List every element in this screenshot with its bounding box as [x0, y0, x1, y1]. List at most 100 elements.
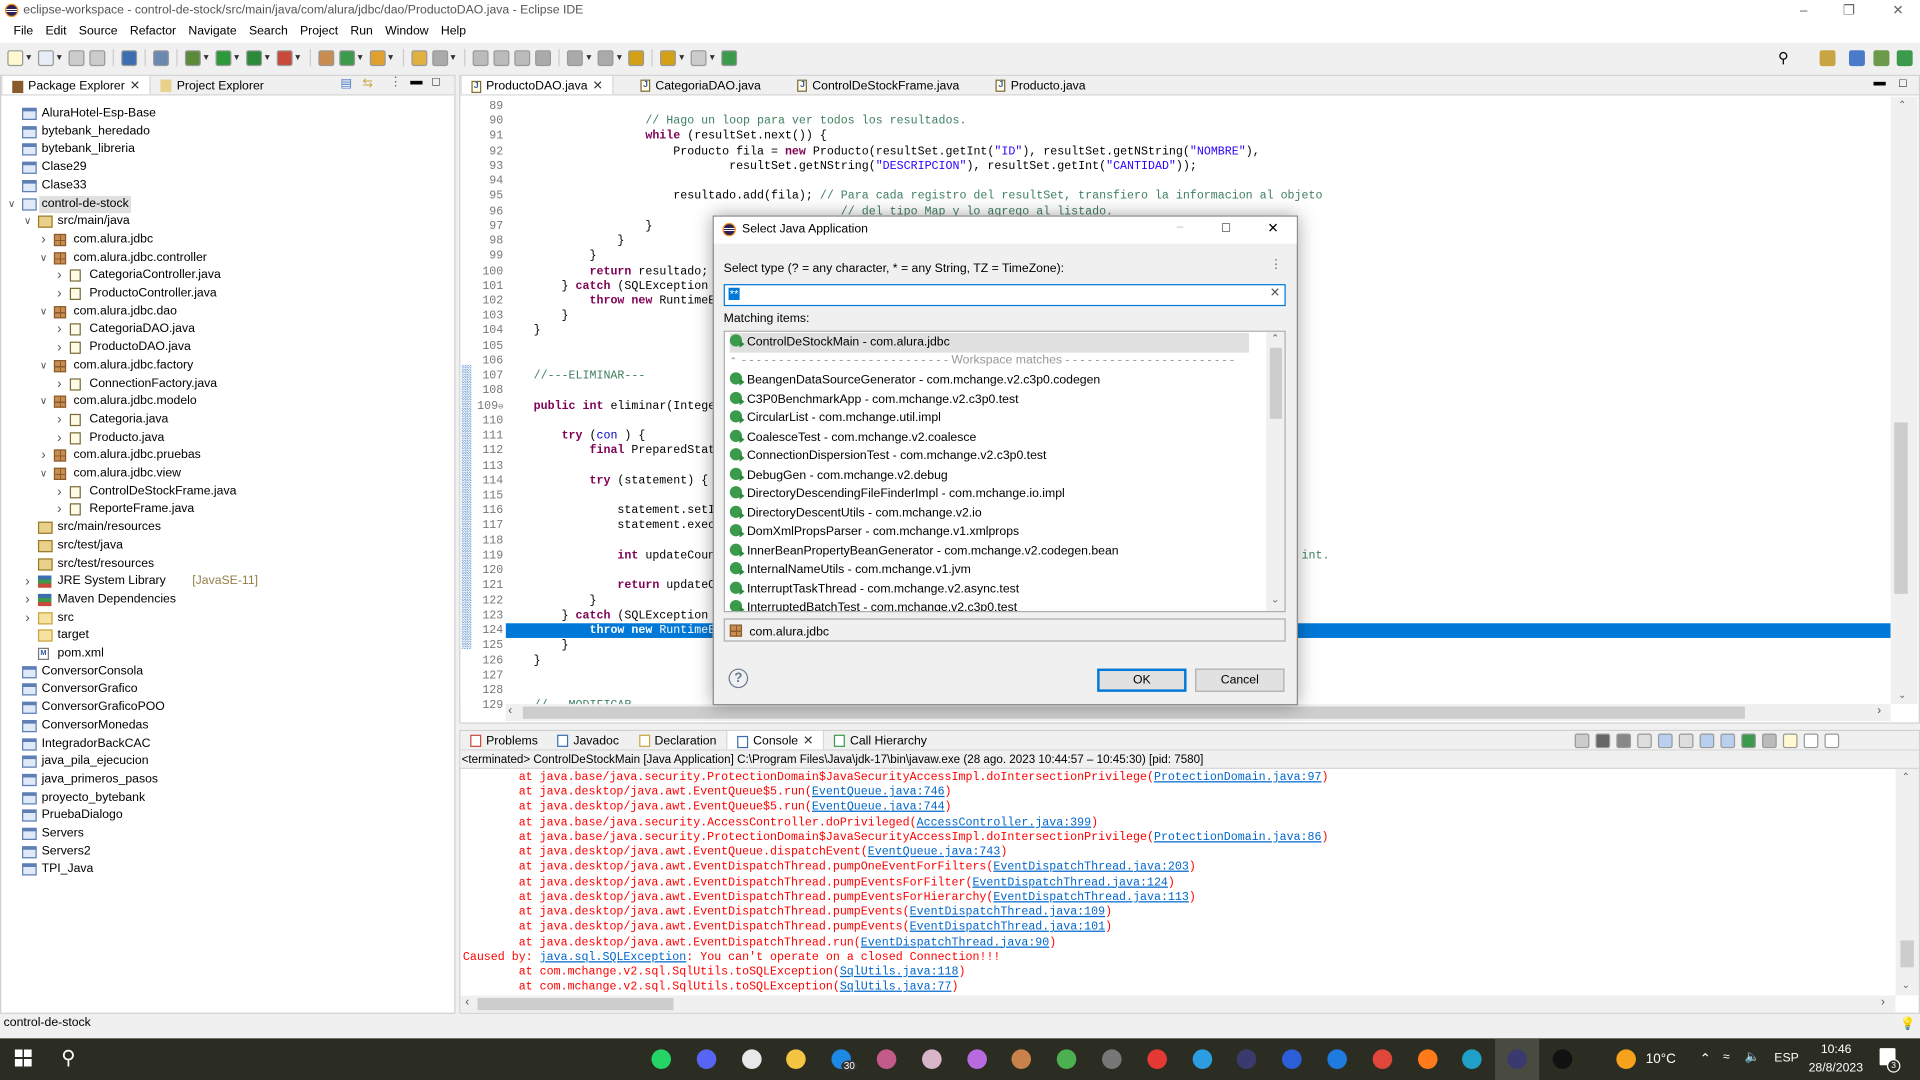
cmd-icon[interactable] — [1552, 1049, 1573, 1069]
chevron-right-icon[interactable]: › — [54, 429, 65, 446]
chevron-right-icon[interactable]: › — [54, 501, 65, 518]
tab-problems[interactable]: Problems — [460, 730, 547, 750]
tree-item[interactable]: TPI_Java — [1, 861, 454, 878]
tree-item[interactable]: ConversorGrafico — [1, 681, 454, 698]
dropdown-arrow-icon[interactable]: ▼ — [263, 53, 271, 62]
scroll-lock-icon[interactable] — [1657, 733, 1673, 749]
list-item[interactable]: CircularList - com.mchange.util.impl — [729, 409, 1249, 428]
dialog-maximize-button[interactable]: □ — [1222, 220, 1230, 235]
last-edit-icon[interactable] — [628, 49, 645, 66]
maximize-view-icon[interactable] — [1824, 733, 1840, 749]
fold-icon[interactable]: ⊖ — [498, 402, 503, 412]
list-item[interactable]: InterruptTaskThread - com.mchange.v2.asy… — [729, 580, 1249, 599]
chevron-right-icon[interactable]: › — [54, 285, 65, 302]
list-item[interactable]: DirectoryDescentUtils - com.mchange.v2.i… — [729, 504, 1249, 523]
console-link[interactable]: EventQueue.java:743 — [868, 845, 1001, 858]
app-krita-icon[interactable] — [966, 1049, 987, 1069]
dialog-close-button[interactable]: ✕ — [1267, 220, 1278, 237]
console-link[interactable]: ProtectionDomain.java:97 — [1154, 770, 1322, 783]
chevron-right-icon[interactable]: › — [38, 231, 49, 248]
tree-item[interactable]: java_pila_ejecucion — [1, 753, 454, 770]
open-console-icon[interactable] — [1782, 733, 1798, 749]
show-on-stdout-icon[interactable] — [1699, 733, 1715, 749]
display-console-icon[interactable] — [1762, 733, 1777, 749]
remove-all-terminated-icon[interactable] — [1616, 733, 1632, 749]
tab-producto-java[interactable]: J Producto.java — [986, 75, 1095, 95]
chevron-right-icon[interactable]: › — [22, 609, 33, 626]
ok-button[interactable]: OK — [1097, 668, 1187, 692]
show-whitespace-icon[interactable] — [514, 49, 531, 66]
tab-declaration[interactable]: Declaration — [629, 730, 726, 750]
terminate-icon[interactable] — [1574, 733, 1590, 749]
discord-icon[interactable] — [696, 1049, 717, 1069]
external-tools-icon[interactable] — [276, 49, 293, 66]
tree-item[interactable]: ∨ src/main/java — [1, 213, 454, 230]
vscode-icon[interactable] — [1192, 1049, 1212, 1069]
chevron-down-icon[interactable]: ∨ — [6, 195, 17, 212]
chevron-right-icon[interactable]: › — [54, 321, 65, 338]
debug-perspective-icon[interactable] — [1873, 50, 1890, 67]
chevron-right-icon[interactable]: › — [54, 339, 65, 356]
chevron-right-icon[interactable]: › — [54, 375, 65, 392]
toggle-mark-icon[interactable] — [431, 49, 448, 66]
chevron-right-icon[interactable]: › — [22, 573, 33, 590]
tree-item[interactable]: PruebaDialogo — [1, 807, 454, 824]
tree-item[interactable]: › ProductoController.java — [1, 285, 454, 302]
menu-search[interactable]: Search — [243, 22, 294, 43]
tree-item[interactable]: › ConnectionFactory.java — [1, 375, 454, 392]
weather-temp[interactable]: 10°C — [1646, 1052, 1676, 1067]
collapse-all-icon[interactable]: ▤ — [340, 77, 352, 90]
editor-vertical-scrollbar[interactable]: ⌃ ⌄ — [1890, 96, 1918, 705]
console-link[interactable]: EventDispatchThread.java:113 — [993, 890, 1188, 903]
open-type-icon[interactable] — [369, 49, 386, 66]
dropdown-arrow-icon[interactable]: ▼ — [708, 53, 716, 62]
tree-item[interactable]: ∨ com.alura.jdbc.factory — [1, 357, 454, 374]
tree-item[interactable]: java_primeros_pasos — [1, 771, 454, 788]
close-tab-icon[interactable]: ✕ — [592, 80, 602, 93]
minimize-button[interactable]: – — [1785, 2, 1822, 19]
pin-console-icon[interactable] — [1741, 733, 1756, 749]
tree-item[interactable]: › ProductoDAO.java — [1, 339, 454, 356]
tree-item[interactable]: ConversorGraficoPOO — [1, 699, 454, 716]
tab-project-explorer[interactable]: Project Explorer — [151, 75, 274, 95]
firefox-icon[interactable] — [1417, 1049, 1438, 1069]
clock-time[interactable]: 10:46 — [1821, 1043, 1852, 1056]
view-menu-icon[interactable]: ⋮ — [389, 76, 401, 89]
tree-item[interactable]: ConversorMonedas — [1, 717, 454, 734]
tree-item[interactable]: › src — [1, 609, 454, 626]
show-on-stderr-icon[interactable] — [1720, 733, 1736, 749]
close-button[interactable]: ✕ — [1880, 2, 1917, 19]
new-java-class-icon[interactable] — [338, 49, 355, 66]
show-hidden-icons[interactable]: ⌃ — [1700, 1051, 1711, 1067]
tree-item[interactable]: › com.alura.jdbc — [1, 231, 454, 248]
dropdown-arrow-icon[interactable]: ▼ — [55, 53, 63, 62]
new-icon[interactable] — [7, 49, 24, 66]
dropdown-arrow-icon[interactable]: ▼ — [449, 53, 457, 62]
console-link[interactable]: EventDispatchThread.java:101 — [910, 920, 1105, 933]
dialog-menu-icon[interactable]: ⋮ — [1270, 258, 1282, 271]
paragraph-icon[interactable] — [535, 49, 552, 66]
tab-javadoc[interactable]: Javadoc — [548, 730, 629, 750]
git-perspective-icon[interactable] — [1896, 50, 1913, 67]
tree-item[interactable]: Mpom.xml — [1, 645, 454, 662]
search-taskbar-icon[interactable]: ⚲ — [61, 1046, 75, 1070]
tree-item[interactable]: Clase33 — [1, 177, 454, 194]
tree-item[interactable]: src/main/resources — [1, 519, 454, 536]
console-horizontal-scrollbar[interactable]: ‹ › — [460, 995, 1896, 1013]
maximize-button[interactable]: ❐ — [1831, 2, 1868, 19]
menu-navigate[interactable]: Navigate — [182, 22, 243, 43]
minimize-view-icon[interactable]: ▬ — [410, 75, 422, 88]
new-class-icon[interactable] — [37, 49, 54, 66]
chevron-down-icon[interactable]: ∨ — [38, 303, 49, 320]
console-link[interactable]: SqlUtils.java:118 — [840, 965, 959, 978]
list-item[interactable]: InnerBeanPropertyBeanGenerator - com.mch… — [729, 542, 1249, 561]
app-green-icon[interactable] — [1056, 1049, 1077, 1069]
app-anime-1-icon[interactable] — [876, 1049, 897, 1069]
next-annotation-icon[interactable] — [567, 49, 584, 66]
menu-run[interactable]: Run — [344, 22, 379, 43]
wifi-icon[interactable]: ≈ — [1723, 1051, 1730, 1064]
list-item[interactable]: DirectoryDescendingFileFinderImpl - com.… — [729, 485, 1249, 504]
tree-item[interactable]: AluraHotel-Esp-Base — [1, 105, 454, 122]
tree-item[interactable]: › CategoriaDAO.java — [1, 321, 454, 338]
app-color-icon[interactable] — [1147, 1049, 1167, 1069]
